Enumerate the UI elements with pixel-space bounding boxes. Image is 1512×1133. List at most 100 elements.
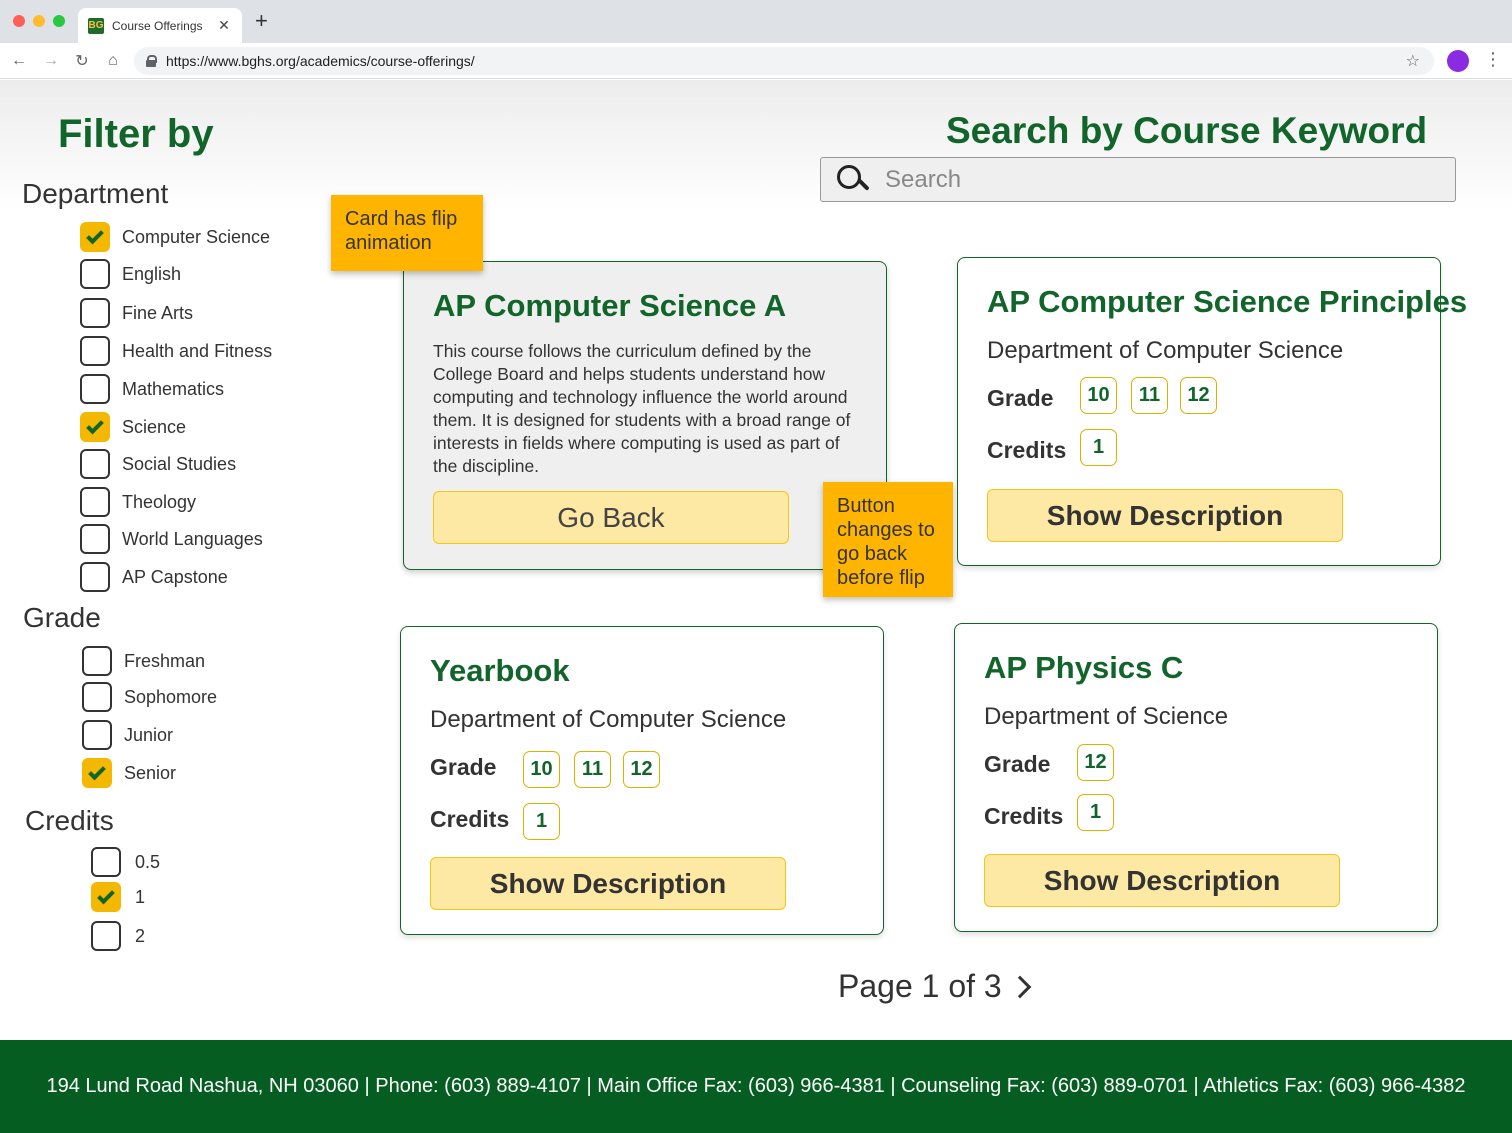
course-card-ap-cs-a[interactable]: AP Computer Science A This course follow… [403, 261, 887, 570]
filter-option[interactable]: Sophomore [82, 682, 217, 712]
window-close-button[interactable] [13, 15, 25, 27]
course-title: AP Physics C [984, 650, 1184, 685]
filter-option-label: AP Capstone [122, 566, 228, 587]
window-maximize-button[interactable] [53, 15, 65, 27]
filter-option-label: Sophomore [124, 686, 218, 707]
checkbox[interactable] [80, 524, 110, 554]
filter-option[interactable]: 0.5 [91, 847, 160, 877]
course-department: Department of Computer Science [430, 706, 787, 733]
credits-chip: 1 [523, 803, 560, 840]
grade-chip: 10 [1080, 377, 1117, 414]
grade-label: Grade [987, 385, 1054, 411]
checkbox[interactable] [82, 682, 112, 712]
credits-label: Credits [987, 437, 1067, 463]
checkbox[interactable] [80, 298, 110, 328]
course-card-ap-physics-c[interactable]: AP Physics C Department of Science Grade… [954, 623, 1438, 932]
filter-option[interactable]: English [80, 259, 181, 289]
window-minimize-button[interactable] [33, 15, 45, 27]
new-tab-icon[interactable]: + [255, 10, 268, 32]
grade-label: Grade [430, 754, 497, 780]
filter-option[interactable]: 2 [91, 921, 145, 951]
checkbox[interactable] [80, 562, 110, 592]
grade-chip: 11 [574, 751, 611, 788]
course-description: This course follows the curriculum defin… [433, 341, 851, 476]
filter-option-label: 2 [135, 925, 146, 946]
show-description-button[interactable]: Show Description [430, 857, 786, 910]
checkbox[interactable] [80, 487, 110, 517]
checkbox[interactable] [82, 720, 112, 750]
filter-option[interactable]: 1 [91, 882, 145, 912]
filter-option-label: English [122, 263, 182, 284]
checkbox-checked[interactable] [80, 222, 110, 252]
filter-option[interactable]: Science [80, 412, 186, 442]
credits-chip: 1 [1077, 794, 1114, 831]
lock-icon [146, 55, 157, 67]
search-box[interactable] [820, 157, 1456, 202]
browser-toolbar: ← → ↻ ⌂ https://www.bghs.org/academics/c… [0, 43, 1512, 79]
annotation-note-button-change: Button changes to go back before flip [823, 482, 953, 597]
checkbox-checked[interactable] [80, 412, 110, 442]
filter-option-label: 1 [135, 886, 146, 907]
reload-icon[interactable]: ↻ [71, 50, 93, 72]
filter-option[interactable]: Computer Science [80, 222, 270, 252]
grade-label: Grade [984, 751, 1051, 777]
filter-option[interactable]: Social Studies [80, 449, 236, 479]
filter-option[interactable]: Junior [82, 720, 173, 750]
filter-option-label: Fine Arts [122, 302, 194, 323]
filter-option-label: Computer Science [122, 226, 271, 247]
checkbox[interactable] [80, 336, 110, 366]
search-title: Search by Course Keyword [946, 110, 1428, 151]
filter-option[interactable]: AP Capstone [80, 562, 228, 592]
page-content: Filter by Department Computer Science Eng… [0, 80, 1512, 1040]
checkbox-checked[interactable] [82, 758, 112, 788]
browser-tab[interactable]: BG Course Offerings ✕ [78, 8, 242, 43]
credits-heading: Credits [25, 805, 114, 836]
profile-avatar[interactable] [1447, 50, 1469, 72]
checkbox[interactable] [80, 259, 110, 289]
filter-option[interactable]: Mathematics [80, 374, 224, 404]
footer: 194 Lund Road Nashua, NH 03060 | Phone: … [0, 1040, 1512, 1133]
checkbox-checked[interactable] [91, 882, 121, 912]
filter-option[interactable]: Fine Arts [80, 298, 193, 328]
grade-heading: Grade [23, 602, 101, 633]
filter-option-label: Junior [124, 724, 174, 745]
address-bar[interactable]: https://www.bghs.org/academics/course-of… [134, 47, 1434, 75]
search-input[interactable] [885, 165, 1385, 194]
filter-option[interactable]: Health and Fitness [80, 336, 272, 366]
filter-option-label: 0.5 [135, 851, 161, 872]
filter-option[interactable]: Theology [80, 487, 196, 517]
filter-option[interactable]: Senior [82, 758, 176, 788]
footer-contact-info: 194 Lund Road Nashua, NH 03060 | Phone: … [46, 1075, 1466, 1097]
checkbox[interactable] [91, 847, 121, 877]
show-description-button[interactable]: Show Description [987, 489, 1343, 542]
checkbox[interactable] [80, 449, 110, 479]
back-icon[interactable]: ← [8, 50, 30, 72]
checkbox[interactable] [91, 921, 121, 951]
show-description-button[interactable]: Show Description [984, 854, 1340, 907]
bookmark-star-icon[interactable]: ☆ [1406, 51, 1420, 71]
filter-option[interactable]: World Languages [80, 524, 263, 554]
chevron-right-icon[interactable] [1008, 975, 1032, 998]
home-icon[interactable]: ⌂ [102, 50, 124, 72]
course-department: Department of Computer Science [987, 337, 1344, 364]
tab-close-icon[interactable]: ✕ [216, 17, 232, 34]
filter-option[interactable]: Freshman [82, 646, 205, 676]
forward-icon[interactable]: → [40, 50, 62, 72]
browser-menu-icon[interactable]: ⋮ [1484, 49, 1502, 70]
checkmark-icon [86, 226, 104, 244]
course-card-ap-cs-principles[interactable]: AP Computer Science Principles Departmen… [957, 257, 1467, 566]
checkbox[interactable] [82, 646, 112, 676]
page-indicator: Page 1 of 3 [838, 968, 1002, 1004]
credits-label: Credits [430, 806, 510, 832]
pagination: Page 1 of 3 [838, 968, 1032, 1005]
course-card-yearbook[interactable]: Yearbook Department of Computer Science … [400, 626, 884, 935]
department-heading: Department [22, 178, 169, 209]
checkmark-icon [88, 762, 106, 780]
grade-chip: 11 [1131, 377, 1168, 414]
filter-option-label: Mathematics [122, 378, 225, 399]
grade-chip: 12 [1077, 744, 1114, 781]
go-back-button[interactable]: Go Back [433, 491, 789, 544]
credits-chip: 1 [1080, 429, 1117, 466]
url-text: https://www.bghs.org/academics/course-of… [166, 53, 475, 69]
checkbox[interactable] [80, 374, 110, 404]
